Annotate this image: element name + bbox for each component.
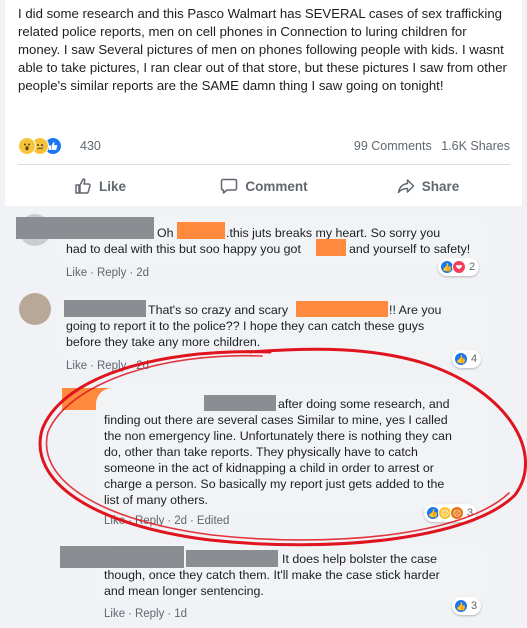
post-text: I did some research and this Pasco Walma… xyxy=(18,6,507,93)
comment-text: Oh xyxy=(157,226,174,240)
comment-like-link[interactable]: Like xyxy=(66,360,87,372)
redacted-name xyxy=(296,301,388,317)
thumbs-up-icon xyxy=(75,178,91,194)
like-reaction-icon: 👍 xyxy=(454,599,468,613)
like-label: Like xyxy=(98,178,126,194)
comment-timestamp[interactable]: 2d xyxy=(136,360,149,372)
comment-text: charge a person. So basically my report … xyxy=(104,477,445,491)
comment-like-link[interactable]: Like xyxy=(66,267,87,279)
comment-2: That's so crazy and scary !! Are you goi… xyxy=(0,290,527,380)
comment-text: finding out there are several cases Simi… xyxy=(104,413,448,427)
comment-reply-link[interactable]: Reply xyxy=(97,267,126,279)
comment-reaction-count[interactable]: 👍 ❤ 2 xyxy=(438,258,480,276)
comment-meta: Like · Reply · 1d xyxy=(104,608,187,620)
comment-text: It does help bolster the case xyxy=(282,552,437,566)
comment-meta: Like · Reply · 2d · Edited xyxy=(104,515,230,527)
comment-text: after doing some research, and xyxy=(278,397,450,411)
post-action-bar: Like Comment Share xyxy=(18,168,510,204)
comment-reply-link[interactable]: Reply xyxy=(135,608,164,620)
reaction-count[interactable]: 430 xyxy=(80,139,101,153)
share-button[interactable]: Share xyxy=(346,168,510,204)
comment-button[interactable]: Comment xyxy=(182,168,346,204)
comment-icon xyxy=(221,178,238,194)
comment-reply-link[interactable]: Reply xyxy=(135,515,164,527)
redacted-name xyxy=(316,239,346,256)
post-stats: 430 99 Comments 1.6K Shares xyxy=(18,135,510,157)
comment-like-link[interactable]: Like xyxy=(104,608,125,620)
comment-text: someone in the act of kidnapping a child… xyxy=(104,461,434,475)
engagement-counts: 99 Comments 1.6K Shares xyxy=(348,139,510,153)
comment-text: That's so crazy and scary xyxy=(148,303,289,317)
comment-text: the non emergency line. Unfortunately th… xyxy=(104,429,452,443)
shares-count-link[interactable]: 1.6K Shares xyxy=(441,139,510,153)
comment-text: going to report it to the police?? I hop… xyxy=(66,319,425,333)
like-reaction-icon: 👍 xyxy=(454,352,468,366)
redacted-avatar xyxy=(60,546,184,568)
redacted-name xyxy=(16,217,154,239)
share-arrow-icon xyxy=(397,179,414,194)
comment-text: list of many others. xyxy=(104,493,208,507)
avatar[interactable] xyxy=(19,293,51,325)
comment-timestamp[interactable]: 1d xyxy=(174,608,187,620)
comment-reply-link[interactable]: Reply xyxy=(97,360,126,372)
redacted-name xyxy=(64,300,146,317)
reaction-number: 4 xyxy=(471,353,478,365)
comment-meta: Like · Reply · 2d xyxy=(66,360,149,372)
comment-text: and yourself to safety! xyxy=(349,242,471,256)
comment-text: though, once they catch them. It'll make… xyxy=(104,568,440,582)
reaction-number: 3 xyxy=(467,507,474,519)
angry-reaction-icon: ☹ xyxy=(450,506,464,520)
comment-3-reply: after doing some research, and finding o… xyxy=(0,380,527,530)
comments-count-link[interactable]: 99 Comments xyxy=(354,139,432,153)
wow-reaction-icon xyxy=(18,137,36,155)
redacted-name xyxy=(186,550,278,567)
comment-text: had to deal with this but soo happy you … xyxy=(66,242,301,256)
comment-reaction-count[interactable]: 👍 3 xyxy=(452,597,482,615)
love-reaction-icon: ❤ xyxy=(452,260,466,274)
comment-4-reply: It does help bolster the case though, on… xyxy=(0,540,527,628)
comment-text: and mean longer sentencing. xyxy=(104,584,264,598)
comment-timestamp[interactable]: 2d xyxy=(174,515,187,527)
comment-text: do, other than take reports. They physic… xyxy=(104,445,418,459)
edited-label: Edited xyxy=(196,515,230,527)
comment-1: Oh .this juts breaks my heart. So sorry … xyxy=(0,206,527,290)
post-card: I did some research and this Pasco Walma… xyxy=(5,0,522,206)
comment-reaction-count[interactable]: 👍 4 xyxy=(452,350,482,368)
comment-timestamp[interactable]: 2d xyxy=(136,267,149,279)
divider xyxy=(18,164,510,165)
comment-text: before they take any more children. xyxy=(66,335,261,349)
comment-like-link[interactable]: Like xyxy=(104,515,125,527)
comment-label: Comment xyxy=(245,178,308,194)
redacted-name xyxy=(177,222,225,239)
comment-meta: Like · Reply · 2d xyxy=(66,267,149,279)
reaction-number: 2 xyxy=(469,261,476,273)
comment-text: !! Are you xyxy=(389,303,442,317)
redacted-name xyxy=(204,395,276,411)
comment-reaction-count[interactable]: 👍 ☹ ☹ 3 xyxy=(424,504,478,522)
like-button[interactable]: Like xyxy=(18,168,182,204)
reaction-number: 3 xyxy=(471,600,478,612)
share-label: Share xyxy=(421,178,460,194)
